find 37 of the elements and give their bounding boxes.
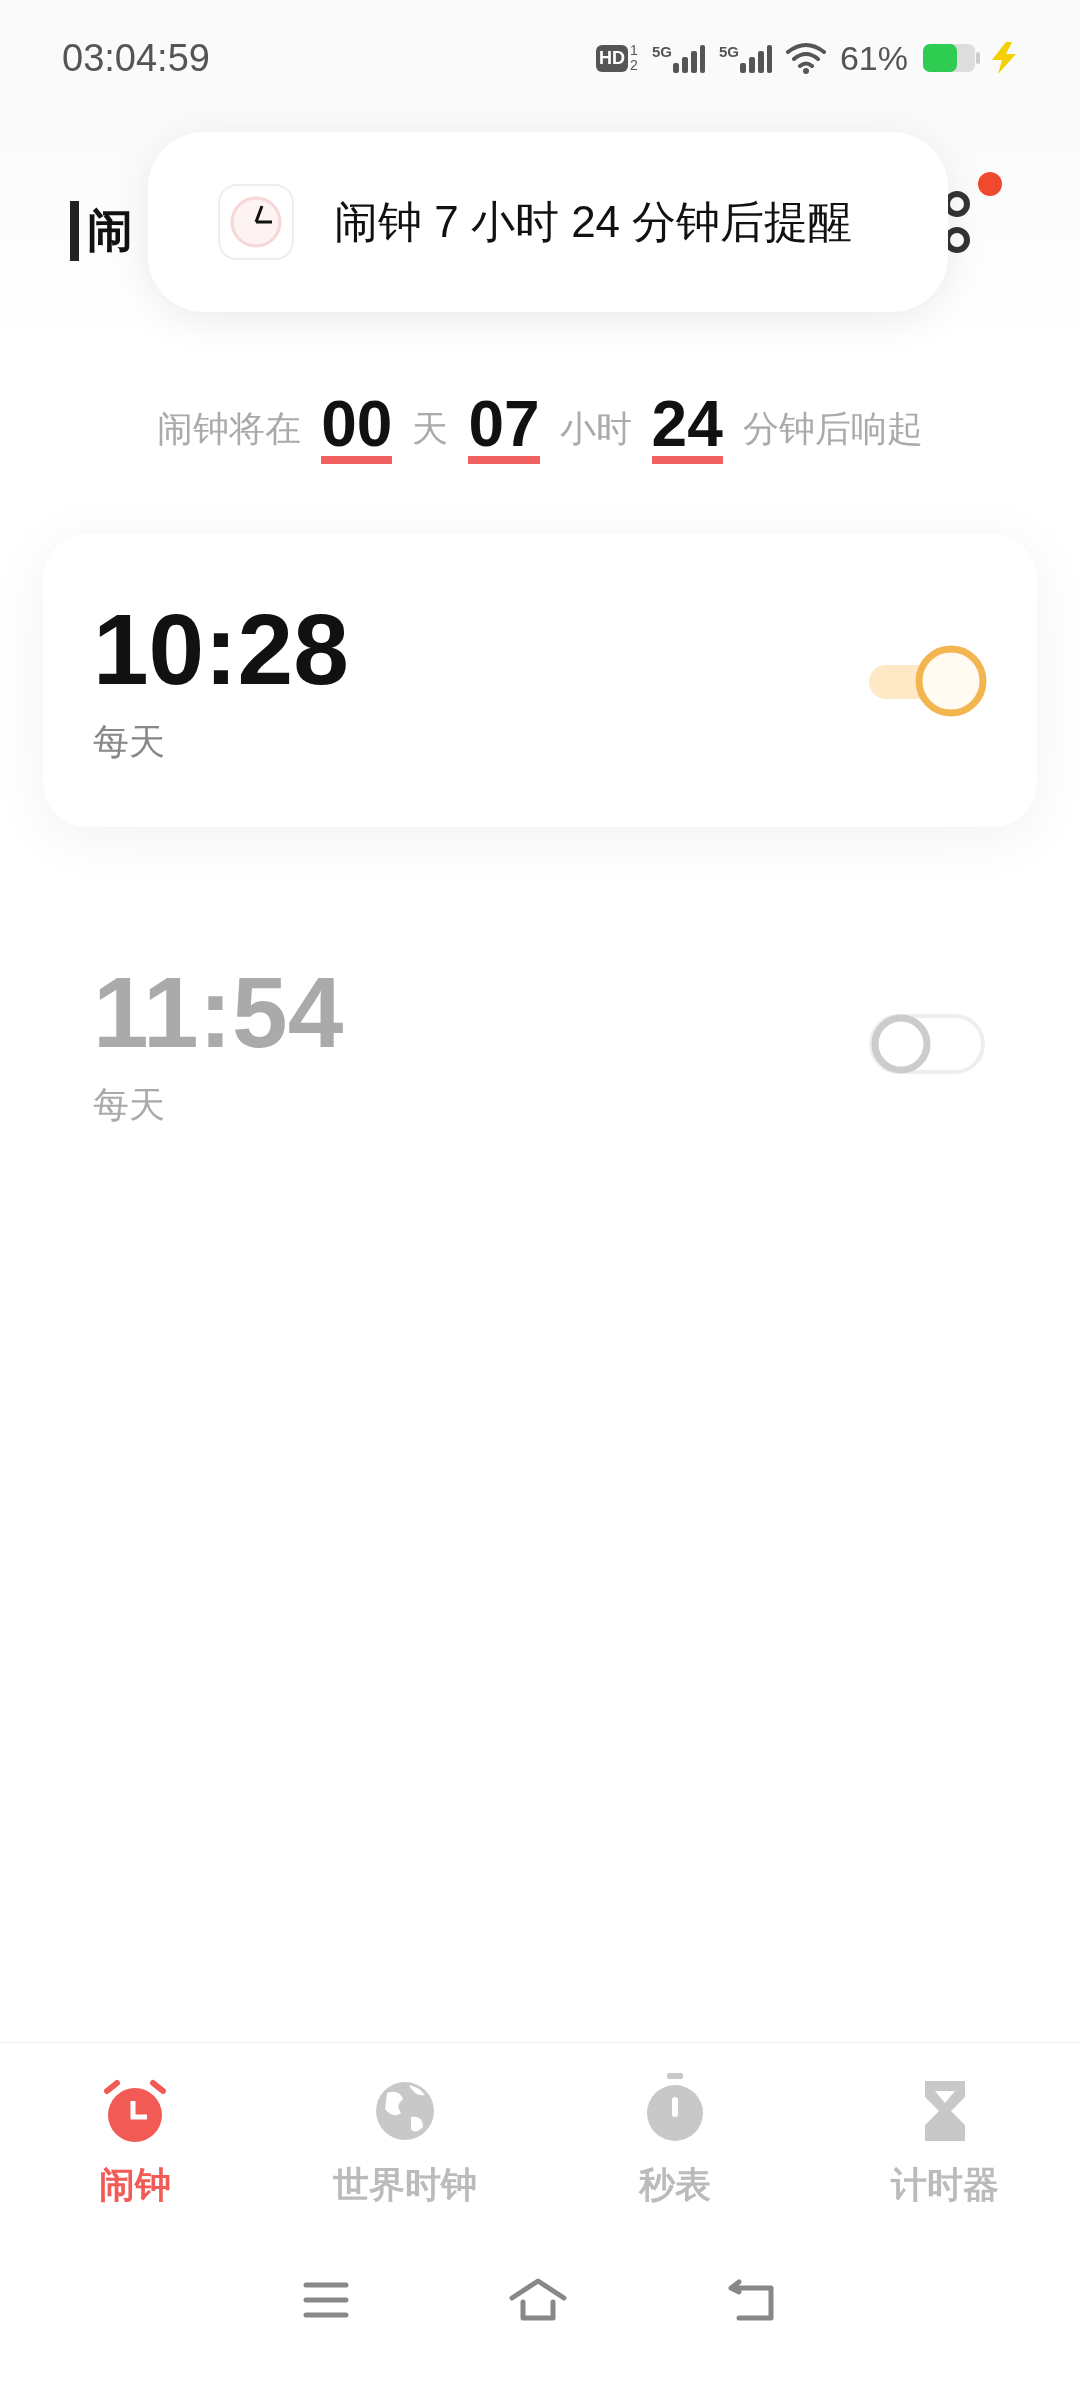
countdown-number: 24 xyxy=(651,392,723,464)
countdown-label: 闹钟将在 xyxy=(157,407,302,451)
page-title: 闹 xyxy=(87,203,133,258)
status-time: 03:04:59 xyxy=(62,36,210,80)
back-icon xyxy=(727,2278,777,2322)
title-accent xyxy=(70,201,79,261)
tab[interactable]: 世界时钟 xyxy=(270,2073,540,2210)
signal-icon xyxy=(739,43,772,73)
alarm-row[interactable]: 11:54 每天 xyxy=(43,897,1037,1190)
countdown-label: 小时 xyxy=(559,407,632,451)
home-icon xyxy=(509,2278,567,2322)
wifi-icon xyxy=(785,42,826,74)
sim-number: 2 xyxy=(630,58,638,73)
signal-icon xyxy=(672,43,705,73)
network-label: 5G xyxy=(718,43,739,60)
toast-text: 闹钟 7 小时 24 分钟后提醒 xyxy=(334,195,853,248)
countdown-label: 分钟后响起 xyxy=(742,407,923,451)
alarm-time: 11:54 xyxy=(93,957,344,1067)
hd-badge: HD xyxy=(596,44,629,72)
alarm-repeat: 每天 xyxy=(93,720,166,764)
clock-app-icon xyxy=(218,184,294,260)
tab[interactable]: 闹钟 xyxy=(0,2073,270,2210)
tab[interactable]: 秒表 xyxy=(540,2073,810,2210)
battery-percent: 61% xyxy=(839,38,908,78)
menu-icon xyxy=(303,2280,349,2320)
menu-button[interactable] xyxy=(303,2280,349,2320)
countdown-label: 天 xyxy=(412,407,449,451)
back-button[interactable] xyxy=(727,2278,777,2322)
countdown-number: 07 xyxy=(468,392,540,464)
home-button[interactable] xyxy=(509,2278,567,2322)
tab[interactable]: 计时器 xyxy=(810,2073,1080,2210)
alarm-card[interactable]: 10:28 每天 xyxy=(43,534,1037,827)
alarm-repeat: 每天 xyxy=(93,1083,166,1127)
sim-number: 1 xyxy=(630,43,638,58)
countdown-number: 00 xyxy=(321,392,393,464)
network-label: 5G xyxy=(651,43,672,60)
alarm-time: 10:28 xyxy=(93,594,349,704)
